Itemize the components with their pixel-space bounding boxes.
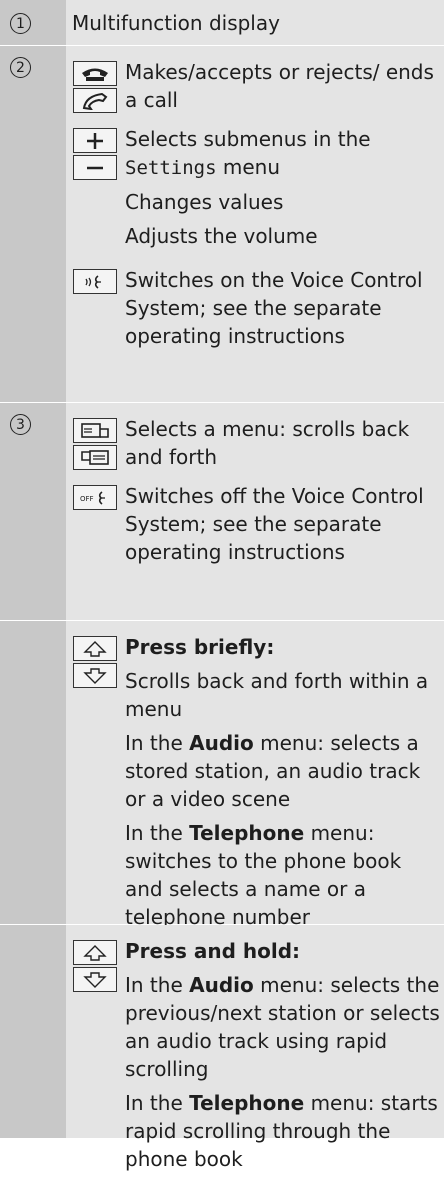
table-row: Press briefly: Scrolls back and forth wi… <box>0 621 444 929</box>
voice-on-icon <box>73 269 117 294</box>
svg-text:OFF: OFF <box>80 495 94 503</box>
voice-off-icon: OFF <box>73 485 117 510</box>
item-text: Switches on the Voice Control System; se… <box>125 268 423 348</box>
description-cell: Multifunction display <box>66 0 444 45</box>
item-text: Selects a menu: scrolls back and forth <box>125 417 410 469</box>
circled-number: 1 <box>10 13 31 34</box>
arrow-up-icon <box>73 940 117 965</box>
plus-icon <box>73 128 117 153</box>
list-item: Switches on the Voice Control System; se… <box>66 256 444 350</box>
row-number-cell <box>0 621 66 924</box>
arrow-down-icon <box>73 663 117 688</box>
press-briefly-heading: Press briefly: <box>125 635 275 659</box>
table-row: 2 Makes/accepts or rejects/ ends a call … <box>0 46 444 403</box>
row-number-cell: 3 <box>0 403 66 620</box>
list-item: Press briefly: Scrolls back and forth wi… <box>66 621 444 937</box>
row-number-cell <box>0 925 66 1138</box>
item-text: Press briefly: Scrolls back and forth wi… <box>125 633 444 937</box>
item-text: Switches off the Voice Control System; s… <box>125 484 424 564</box>
menu-forward-icon <box>73 445 117 470</box>
table-row: 3 Selects a menu: scrolls back and forth… <box>0 403 444 621</box>
phone-end-icon <box>73 88 117 113</box>
list-item: Selects submenus in the Settings menu Ch… <box>66 115 444 256</box>
description-cell: Press briefly: Scrolls back and forth wi… <box>66 621 444 929</box>
description-cell: Makes/accepts or rejects/ ends a call Se… <box>66 46 444 402</box>
menu-back-icon <box>73 418 117 443</box>
table-row: Press and hold: In the Audio menu: selec… <box>0 925 444 1171</box>
circled-number: 2 <box>10 57 31 78</box>
description-cell: Press and hold: In the Audio menu: selec… <box>66 925 444 1171</box>
phone-accept-icon <box>73 61 117 86</box>
settings-menu-label: Settings <box>125 157 217 179</box>
circled-number: 3 <box>10 414 31 435</box>
item-text: Makes/accepts or rejects/ ends a call <box>125 60 434 112</box>
row-number-cell: 1 <box>0 0 66 45</box>
arrow-down-icon <box>73 967 117 992</box>
table-row: 1 Multifunction display <box>0 0 444 46</box>
item-text: Selects submenus in the Settings menu Ch… <box>125 127 371 248</box>
function-table: 1 Multifunction display 2 Makes/accepts … <box>0 0 444 1171</box>
row-number-cell: 2 <box>0 46 66 402</box>
press-and-hold-heading: Press and hold: <box>125 939 301 963</box>
minus-icon <box>73 155 117 180</box>
list-item: OFF Switches off the Voice Control Syste… <box>66 472 444 566</box>
list-item: Selects a menu: scrolls back and forth <box>66 403 444 472</box>
list-item: Makes/accepts or rejects/ ends a call <box>66 46 444 115</box>
arrow-up-icon <box>73 636 117 661</box>
description-cell: Selects a menu: scrolls back and forth O… <box>66 403 444 620</box>
item-text: Press and hold: In the Audio menu: selec… <box>125 939 440 1171</box>
list-item: Press and hold: In the Audio menu: selec… <box>66 925 444 1179</box>
